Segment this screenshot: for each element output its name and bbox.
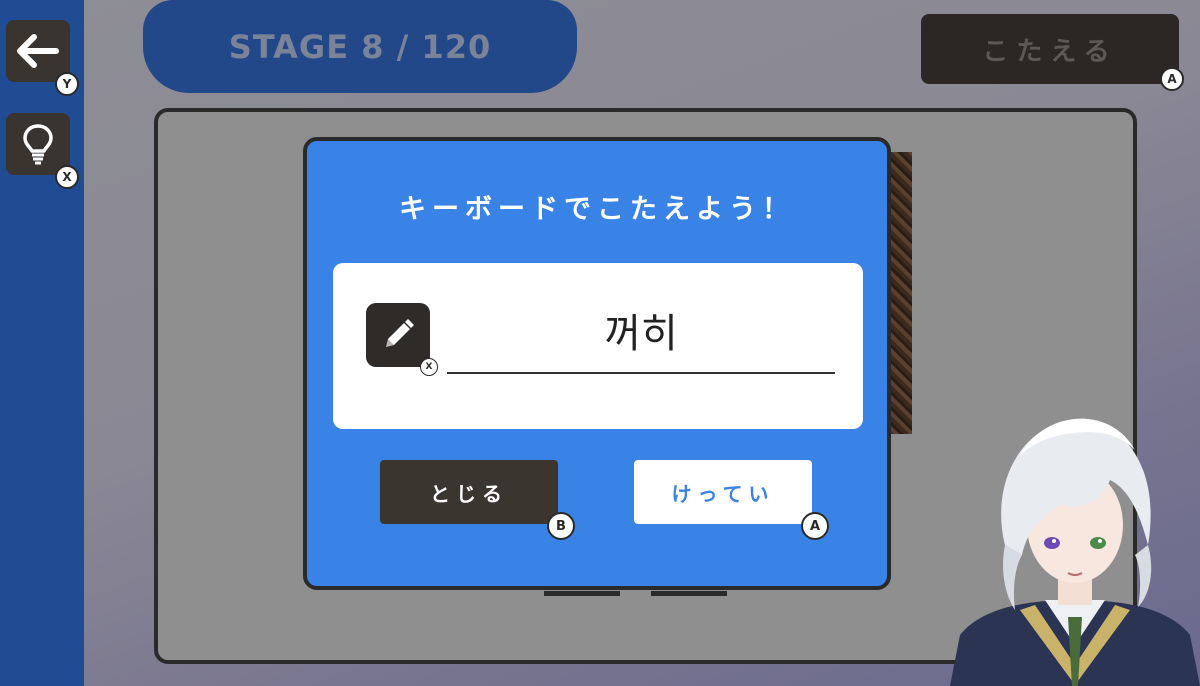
stage-indicator: STAGE 8 / 120 — [143, 0, 577, 93]
answer-hint-badge: A — [1160, 67, 1184, 91]
sidebar-strip — [0, 0, 84, 686]
confirm-button-label: けってい — [671, 481, 775, 506]
answer-text-field[interactable]: 꺼히 — [447, 301, 835, 359]
answer-input-card[interactable]: X 꺼히 — [333, 263, 863, 429]
puzzle-image — [888, 152, 912, 434]
confirm-hint-badge: A — [801, 512, 829, 540]
dialog-title: キーボードでこたえよう！ — [399, 194, 795, 225]
close-button-label: とじる — [430, 481, 508, 506]
hint-hint-badge: X — [55, 165, 79, 189]
edit-button[interactable] — [366, 303, 430, 367]
arrow-left-icon — [17, 34, 59, 68]
lightbulb-icon — [23, 124, 53, 165]
answer-button-label: こたえる — [982, 36, 1118, 67]
close-button[interactable]: とじる — [380, 460, 558, 524]
stage-label: STAGE 8 / 120 — [228, 27, 492, 66]
edit-hint-badge: X — [420, 358, 438, 376]
answer-button[interactable]: こたえる — [921, 14, 1179, 84]
back-hint-badge: Y — [55, 72, 79, 96]
pencil-icon — [386, 319, 414, 347]
input-underline — [447, 372, 835, 374]
confirm-button[interactable]: けってい — [634, 460, 812, 524]
streamer-avatar — [950, 418, 1200, 686]
close-hint-badge: B — [547, 512, 575, 540]
answer-slot-line — [651, 591, 727, 596]
keyboard-answer-dialog: キーボードでこたえよう！ X 꺼히 とじる B けってい A — [303, 137, 891, 590]
answer-slot-line — [544, 591, 620, 596]
